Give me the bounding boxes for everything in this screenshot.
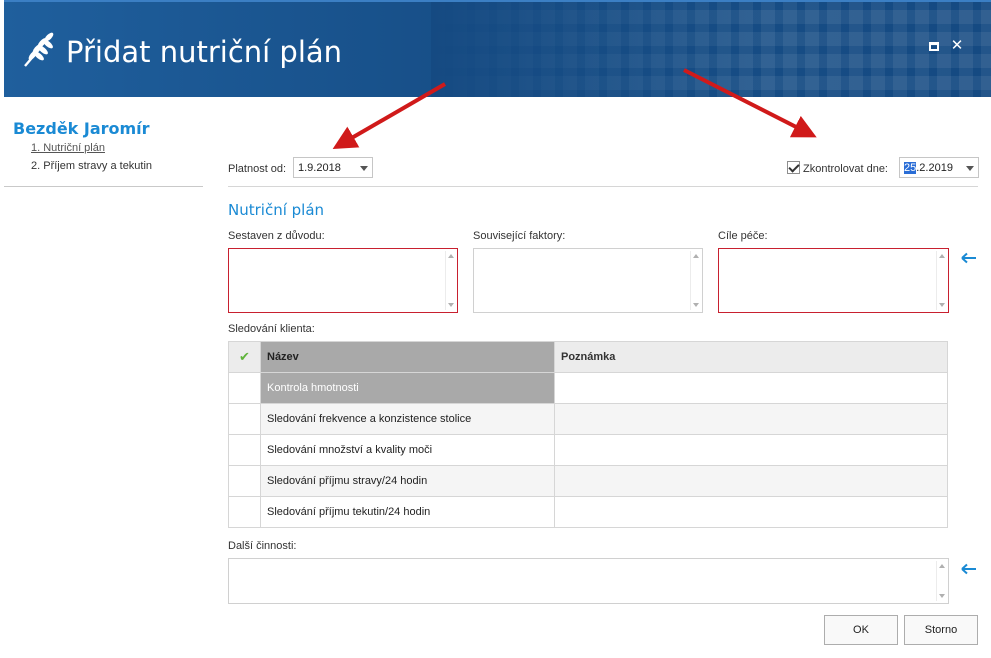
row-note[interactable] <box>554 465 948 497</box>
goals-label: Cíle péče: <box>718 230 768 242</box>
scrollbar[interactable] <box>936 251 946 310</box>
row-note[interactable] <box>554 403 948 435</box>
check-date-label: Zkontrolovat dne: <box>803 163 888 175</box>
checkmark-icon: ✔ <box>239 349 250 364</box>
nav-divider <box>4 186 203 187</box>
monitoring-label: Sledování klienta: <box>228 323 315 335</box>
close-icon: ✕ <box>950 37 964 54</box>
chevron-down-icon <box>360 166 368 171</box>
row-checkbox[interactable] <box>228 434 261 466</box>
nav-item-food-intake[interactable]: 2. Příjem stravy a tekutin <box>31 160 152 172</box>
check-date-picker[interactable]: 25.2.2019 <box>899 157 979 178</box>
check-date-checkbox[interactable] <box>787 161 800 174</box>
scrollbar[interactable] <box>936 561 946 601</box>
column-header-name[interactable]: Název <box>260 341 555 373</box>
maximize-icon <box>929 42 939 51</box>
row-note[interactable] <box>554 496 948 528</box>
table-row[interactable]: Sledování frekvence a konzistence stolic… <box>228 403 948 435</box>
goals-textarea[interactable] <box>718 248 949 313</box>
ok-button[interactable]: OK <box>824 615 898 645</box>
cancel-button[interactable]: Storno <box>904 615 978 645</box>
reason-textarea[interactable] <box>228 248 458 313</box>
section-title: Nutriční plán <box>228 201 325 219</box>
nav-item-nutrition-plan[interactable]: 1. Nutriční plán <box>31 142 105 154</box>
check-date-rest: .2.2019 <box>916 162 953 174</box>
patient-name: Bezděk Jaromír <box>13 119 150 138</box>
close-button[interactable]: ✕ <box>950 37 964 54</box>
window-header: Přidat nutriční plán <box>4 0 991 97</box>
row-name[interactable]: Kontrola hmotnosti <box>260 372 555 404</box>
row-checkbox[interactable] <box>228 403 261 435</box>
wheat-icon <box>24 32 54 67</box>
row-checkbox[interactable] <box>228 496 261 528</box>
row-checkbox[interactable] <box>228 372 261 404</box>
factors-textarea[interactable] <box>473 248 703 313</box>
valid-from-label: Platnost od: <box>228 163 287 175</box>
arrow-left-icon[interactable] <box>961 252 977 264</box>
row-checkbox[interactable] <box>228 465 261 497</box>
reason-label: Sestaven z důvodu: <box>228 230 325 242</box>
table-row[interactable]: Kontrola hmotnosti <box>228 372 948 404</box>
window-title: Přidat nutriční plán <box>66 35 343 69</box>
arrow-left-icon[interactable] <box>961 563 977 575</box>
check-date-day: 25 <box>904 162 917 174</box>
other-activities-label: Další činnosti: <box>228 540 297 552</box>
chevron-down-icon <box>966 166 974 171</box>
table-row[interactable]: Sledování příjmu tekutin/24 hodin <box>228 496 948 528</box>
valid-from-value: 1.9.2018 <box>298 162 341 174</box>
row-note[interactable] <box>554 372 948 404</box>
column-header-note[interactable]: Poznámka <box>554 341 948 373</box>
monitoring-table: ✔ Název Poznámka Kontrola hmotnosti Sled… <box>228 341 948 528</box>
check-column-header[interactable]: ✔ <box>228 341 261 373</box>
form-divider <box>228 186 978 187</box>
table-row[interactable]: Sledování množství a kvality moči <box>228 434 948 466</box>
valid-from-date-picker[interactable]: 1.9.2018 <box>293 157 373 178</box>
maximize-button[interactable] <box>927 39 941 53</box>
factors-label: Související faktory: <box>473 230 566 242</box>
row-name[interactable]: Sledování množství a kvality moči <box>260 434 555 466</box>
table-row[interactable]: Sledování příjmu stravy/24 hodin <box>228 465 948 497</box>
row-note[interactable] <box>554 434 948 466</box>
other-activities-textarea[interactable] <box>228 558 949 604</box>
row-name[interactable]: Sledování frekvence a konzistence stolic… <box>260 403 555 435</box>
scrollbar[interactable] <box>690 251 700 310</box>
row-name[interactable]: Sledování příjmu tekutin/24 hodin <box>260 496 555 528</box>
scrollbar[interactable] <box>445 251 455 310</box>
row-name[interactable]: Sledování příjmu stravy/24 hodin <box>260 465 555 497</box>
